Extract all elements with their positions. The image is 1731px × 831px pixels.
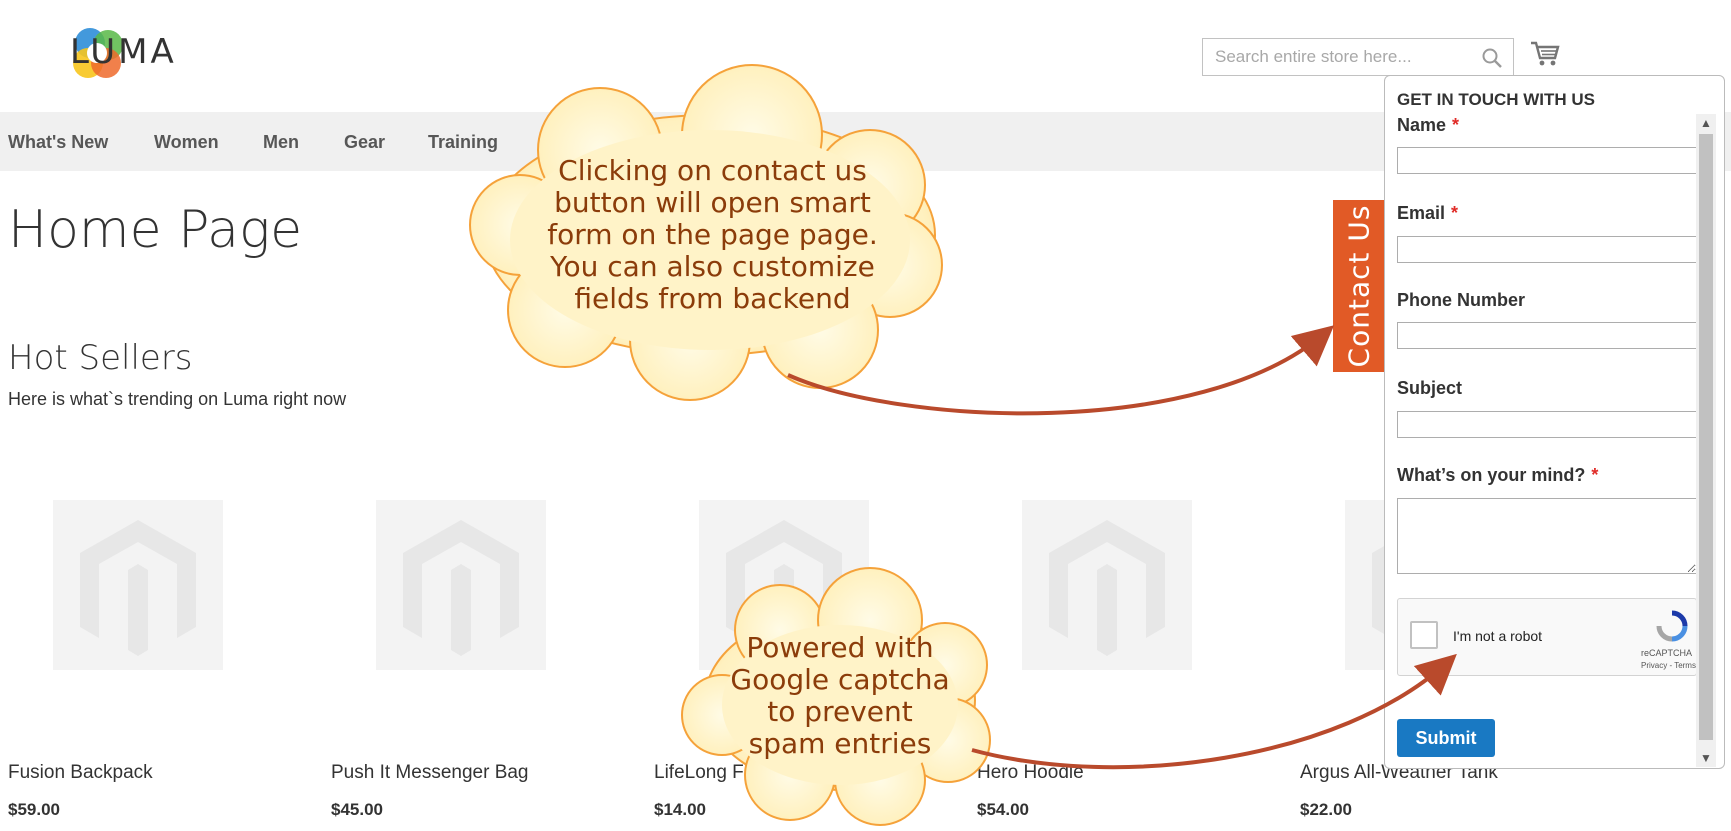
recaptcha-brand: reCAPTCHA (1641, 648, 1693, 658)
product-image[interactable] (1022, 500, 1192, 670)
search-box[interactable] (1202, 38, 1514, 76)
page-title: Home Page (8, 200, 303, 260)
recaptcha-logo-icon (1656, 610, 1688, 642)
email-label: Email * (1397, 203, 1459, 223)
contact-form-panel: GET IN TOUCH WITH US Name * Email * Phone … (1384, 75, 1725, 769)
callout-text-bottom: Powered with Google captcha to prevent s… (730, 631, 950, 760)
submit-button[interactable]: Submit (1397, 719, 1495, 757)
product-price: $22.00 (1300, 800, 1352, 819)
magento-placeholder-icon (1372, 545, 1385, 635)
recaptcha-checkbox[interactable] (1410, 621, 1438, 649)
subject-label: Subject (1397, 378, 1463, 398)
search-input[interactable] (1213, 39, 1477, 75)
product-name[interactable]: LifeLong Fitness (654, 762, 793, 784)
nav-item-men[interactable]: Men (263, 132, 299, 153)
section-subtitle: Here is what`s trending on Luma right no… (8, 389, 347, 409)
form-title: GET IN TOUCH WITH US (1397, 90, 1596, 109)
nav-item-gear[interactable]: Gear (344, 132, 385, 153)
subject-input[interactable] (1397, 411, 1697, 438)
phone-input[interactable] (1397, 322, 1697, 349)
name-label: Name * (1397, 115, 1460, 135)
scroll-thumb[interactable] (1699, 134, 1713, 740)
product-price: $14.00 (654, 800, 706, 819)
search-icon[interactable] (1481, 47, 1503, 69)
cart-icon[interactable] (1530, 40, 1560, 68)
message-label: What’s on your mind? * (1397, 465, 1599, 485)
scroll-up-icon[interactable]: ▲ (1696, 114, 1716, 132)
recaptcha-widget: I'm not a robot reCAPTCHA Privacy - Term… (1397, 598, 1697, 676)
product-name[interactable]: Push It Messenger Bag (331, 762, 529, 784)
product-image[interactable] (376, 500, 546, 670)
name-input[interactable] (1397, 147, 1697, 174)
section-title: Hot Sellers (8, 338, 193, 378)
magento-placeholder-icon (403, 520, 519, 656)
callout-text-top: Clicking on contact us button will open … (547, 154, 878, 315)
nav-item-women[interactable]: Women (154, 132, 219, 153)
recaptcha-label: I'm not a robot (1453, 628, 1543, 644)
arrow-to-contact-tab (787, 325, 1335, 416)
product-name[interactable]: Hero Hoodie (977, 762, 1084, 784)
magento-placeholder-icon (1049, 520, 1165, 656)
required-marker: * (1452, 115, 1460, 135)
product-image[interactable] (1345, 500, 1385, 670)
contact-us-label: Contact Us (1342, 204, 1376, 368)
nav-item-whats-new[interactable]: What's New (8, 132, 108, 153)
nav-item-training[interactable]: Training (428, 132, 498, 153)
form-scrollbar[interactable]: ▲ ▼ (1696, 114, 1716, 767)
magento-placeholder-icon (80, 520, 196, 656)
contact-us-tab[interactable]: Contact Us (1333, 200, 1385, 372)
product-image[interactable] (53, 500, 223, 670)
product-name[interactable]: Fusion Backpack (8, 762, 153, 784)
logo-text[interactable]: LUMA (70, 32, 177, 72)
message-textarea[interactable] (1397, 498, 1697, 574)
scroll-down-icon[interactable]: ▼ (1696, 749, 1716, 767)
product-price: $59.00 (8, 800, 60, 819)
product-price: $45.00 (331, 800, 383, 819)
required-marker: * (1591, 465, 1599, 485)
arrow-to-recaptcha (971, 653, 1457, 770)
recaptcha-terms-link[interactable]: Privacy - Terms (1641, 661, 1696, 670)
required-marker: * (1451, 203, 1459, 223)
email-input[interactable] (1397, 236, 1697, 263)
phone-label: Phone Number (1397, 290, 1526, 310)
product-price: $54.00 (977, 800, 1029, 819)
